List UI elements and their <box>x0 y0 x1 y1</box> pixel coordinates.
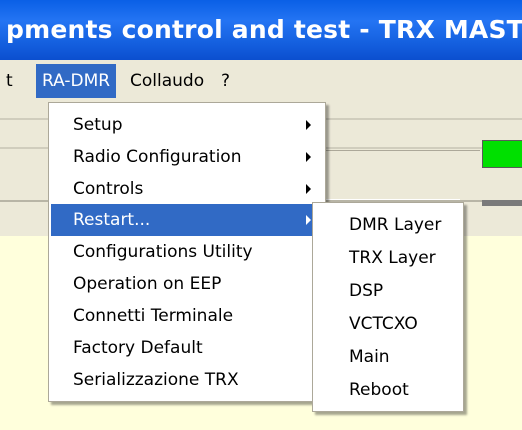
menu-item-setup[interactable]: Setup <box>51 109 323 141</box>
window-title: pments control and test - TRX MASTER VH <box>6 15 522 44</box>
submenu-item-trx-layer[interactable]: TRX Layer <box>315 242 461 274</box>
submenu-arrow-icon <box>306 184 311 194</box>
submenu-arrow-icon <box>306 215 311 225</box>
menu-item-connetti-terminale[interactable]: Connetti Terminale <box>51 300 323 332</box>
menu-item-factory-default[interactable]: Factory Default <box>51 332 323 364</box>
menu-item-label: Radio Configuration <box>73 147 242 167</box>
submenu-item-reboot[interactable]: Reboot <box>315 374 461 406</box>
window-title-bar[interactable]: pments control and test - TRX MASTER VH <box>0 0 522 60</box>
menu-item-configurations-utility[interactable]: Configurations Utility <box>51 236 323 268</box>
submenu-item-dsp[interactable]: DSP <box>315 275 461 307</box>
menu-item-t[interactable]: t <box>0 64 19 98</box>
status-indicator-led <box>482 140 522 168</box>
submenu-item-vctcxo[interactable]: VCTCXO <box>315 308 461 340</box>
menu-item-label: Connetti Terminale <box>73 306 234 326</box>
menu-item-label: Configurations Utility <box>73 242 253 262</box>
menu-item-collaudo[interactable]: Collaudo <box>124 64 210 98</box>
menu-item-label: Setup <box>73 115 123 135</box>
ra-dmr-dropdown-menu: Setup Radio Configuration Controls Resta… <box>48 102 326 402</box>
restart-submenu: DMR Layer TRX Layer DSP VCTCXO Main Rebo… <box>312 202 464 412</box>
menu-item-ra-dmr[interactable]: RA-DMR <box>36 64 117 98</box>
menu-item-operation-on-eep[interactable]: Operation on EEP <box>51 268 323 300</box>
menu-item-help[interactable]: ? <box>215 64 236 98</box>
panel-edge-bar <box>482 200 522 206</box>
submenu-item-dmr-layer[interactable]: DMR Layer <box>315 209 461 241</box>
menu-item-label: Factory Default <box>73 338 203 358</box>
menu-item-radio-configuration[interactable]: Radio Configuration <box>51 141 323 173</box>
submenu-arrow-icon <box>306 120 311 130</box>
submenu-arrow-icon <box>306 152 311 162</box>
menu-item-label: Operation on EEP <box>73 274 222 294</box>
menu-item-restart[interactable]: Restart... <box>51 204 323 236</box>
menu-item-label: Serializzazione TRX <box>73 370 239 390</box>
menu-item-serializzazione-trx[interactable]: Serializzazione TRX <box>51 364 323 396</box>
menu-bar: t RA-DMR Collaudo ? <box>0 60 522 102</box>
menu-item-label: Controls <box>73 179 144 199</box>
menu-item-label: Restart... <box>73 210 151 230</box>
menu-item-controls[interactable]: Controls <box>51 173 323 205</box>
submenu-item-main[interactable]: Main <box>315 341 461 373</box>
